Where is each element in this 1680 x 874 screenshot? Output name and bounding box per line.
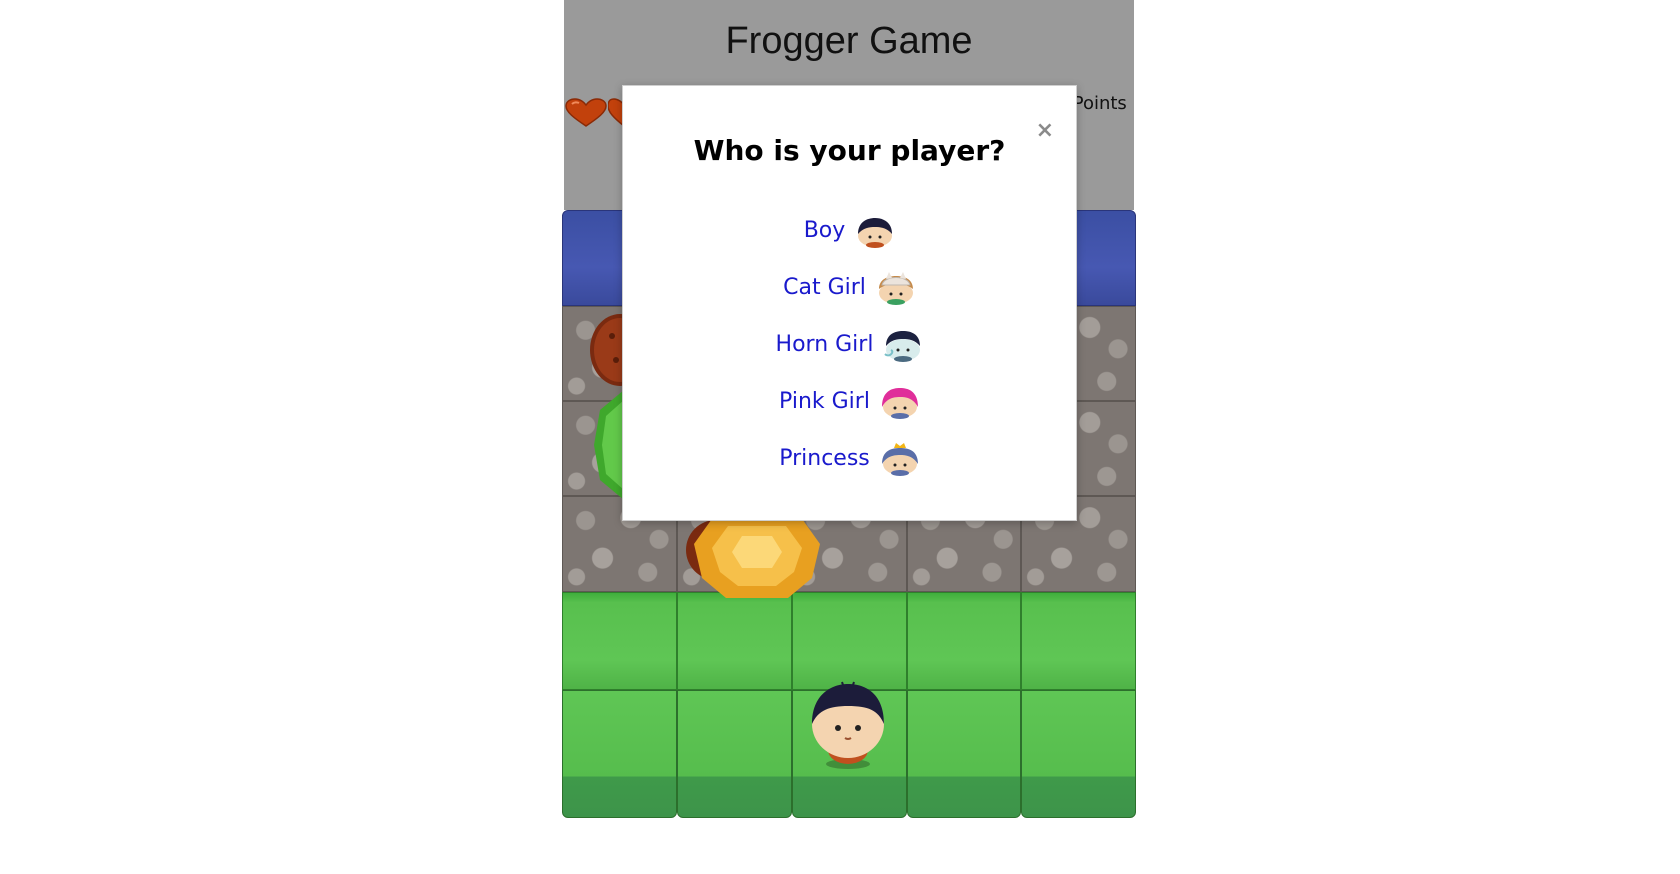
modal-title: Who is your player?: [693, 134, 1006, 167]
green-gem-icon: [594, 390, 624, 500]
character-label: Pink Girl: [779, 389, 870, 414]
player-sprite: [812, 681, 884, 769]
character-label: Boy: [803, 218, 846, 243]
character-list: Boy Cat Girl Horn Girl Pink Girl Princes…: [623, 202, 1076, 487]
character-option-cat-girl[interactable]: Cat Girl: [623, 259, 1076, 316]
orange-gem-icon: [694, 516, 820, 598]
character-label: Horn Girl: [775, 332, 874, 357]
grass-tile: [907, 592, 1021, 690]
character-label: Cat Girl: [783, 275, 866, 300]
grass-tile: [562, 690, 677, 818]
grass-tile: [677, 690, 792, 818]
character-option-boy[interactable]: Boy: [623, 202, 1076, 259]
character-label: Princess: [779, 446, 870, 471]
character-option-pink-girl[interactable]: Pink Girl: [623, 373, 1076, 430]
character-option-horn-girl[interactable]: Horn Girl: [623, 316, 1076, 373]
player-select-modal: × Who is your player? Boy Cat Girl Horn …: [622, 85, 1077, 521]
grass-tile: [677, 592, 792, 690]
horn-girl-icon: [884, 330, 921, 362]
grass-tile: [562, 592, 677, 690]
grass-tile: [1021, 592, 1136, 690]
boy-icon: [858, 217, 893, 248]
heart-icon: [565, 98, 607, 127]
pink-girl-icon: [881, 387, 918, 419]
princess-icon: [881, 442, 918, 476]
grass-tile: [1021, 690, 1136, 818]
grass-tile: [907, 690, 1021, 818]
character-option-princess[interactable]: Princess: [623, 430, 1076, 487]
game-title: Frogger Game: [725, 20, 973, 62]
cat-girl-icon: [878, 271, 913, 305]
grass-tile: [792, 592, 907, 690]
